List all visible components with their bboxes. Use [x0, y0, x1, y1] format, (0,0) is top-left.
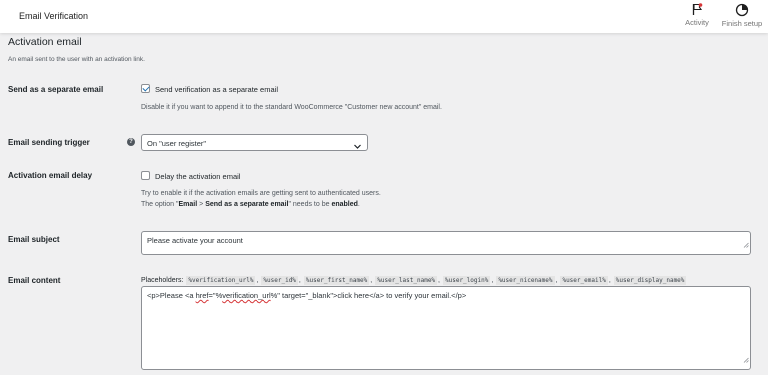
delay-label: Activation email delay	[8, 171, 93, 180]
chevron-down-icon	[353, 138, 362, 156]
placeholder-code: %user_id%	[261, 275, 298, 285]
placeholders-list: Placeholders: %verification_url%, %user_…	[141, 275, 687, 285]
resize-handle-icon[interactable]	[743, 235, 749, 253]
placeholder-code: %user_email%	[560, 275, 608, 285]
activity-label: Activity	[685, 18, 709, 27]
placeholders-label: Placeholders:	[141, 276, 184, 284]
placeholder-code: %verification_url%	[186, 275, 256, 285]
finish-setup-label: Finish setup	[721, 19, 763, 28]
section-description: An email sent to the user with an activa…	[8, 56, 145, 63]
placeholder-code: %user_last_name%	[375, 275, 438, 285]
resize-handle-icon[interactable]	[743, 350, 749, 368]
separate-email-description: Disable it if you want to append it to t…	[141, 104, 442, 111]
delay-description-line2: The option "Email > Send as a separate e…	[141, 201, 360, 208]
placeholder-code: %user_first_name%	[303, 275, 370, 285]
delay-description: Try to enable it if the activation email…	[141, 188, 381, 210]
trigger-select[interactable]: On "user register"	[141, 134, 368, 151]
progress-circle-icon	[735, 3, 749, 17]
separate-email-label: Send as a separate email	[8, 85, 104, 94]
finish-setup-button[interactable]: Finish setup	[720, 3, 764, 28]
placeholder-code: %user_login%	[443, 275, 491, 285]
trigger-select-value: On "user register"	[147, 139, 207, 148]
activity-button[interactable]: Activity	[684, 3, 710, 27]
placeholder-code: %user_nicename%	[496, 275, 555, 285]
delay-checkbox[interactable]	[141, 171, 150, 180]
delay-description-line1: Try to enable it if the activation email…	[141, 190, 381, 197]
delay-checkbox-label[interactable]: Delay the activation email	[155, 172, 240, 181]
separate-email-checkbox[interactable]	[141, 84, 150, 93]
flag-icon	[691, 3, 703, 16]
trigger-label: Email sending trigger	[8, 138, 90, 147]
section-title: Activation email	[8, 36, 82, 48]
content-textarea[interactable]: <p>Please <a href="%verification_url%" t…	[141, 286, 751, 370]
content-textarea-value: <p>Please <a href="%verification_url%" t…	[147, 291, 467, 300]
subject-input[interactable]: Please activate your account	[141, 231, 751, 255]
placeholder-code: %user_display_name%	[613, 275, 687, 285]
help-icon[interactable]: ?	[127, 138, 135, 146]
subject-input-value: Please activate your account	[147, 236, 243, 245]
content-label: Email content	[8, 276, 61, 285]
separate-email-checkbox-label[interactable]: Send verification as a separate email	[155, 85, 278, 94]
page-title: Email Verification	[19, 11, 89, 21]
subject-label: Email subject	[8, 235, 60, 244]
top-bar: Email Verification Activity Finish setup	[0, 0, 768, 33]
